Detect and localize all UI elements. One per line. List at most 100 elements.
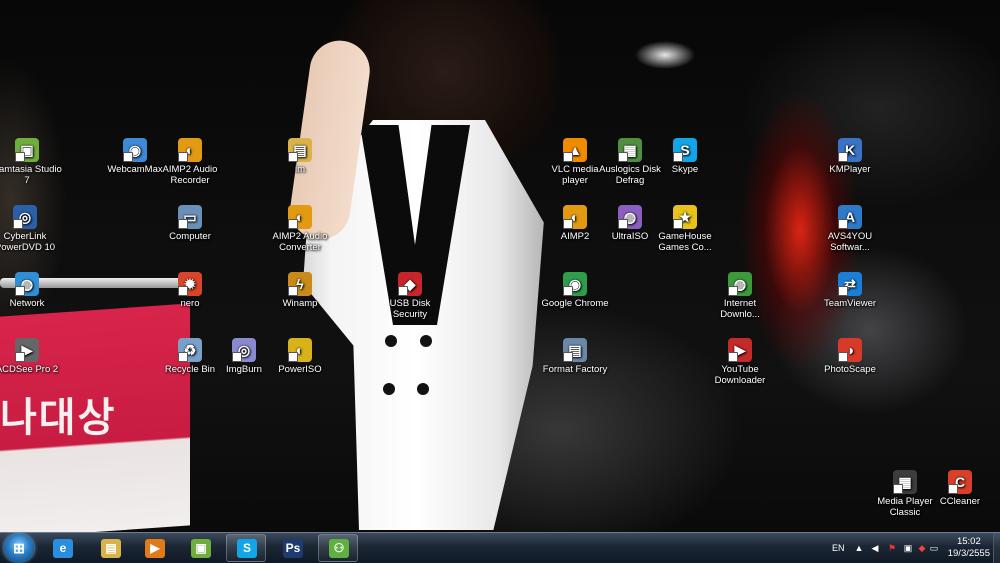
- desktop-icon-label: USB Disk Security: [389, 298, 431, 320]
- desktop-icon-format-factory[interactable]: ▤ Format Factory: [540, 338, 610, 375]
- desktop-icon-label: KMPlayer: [829, 164, 871, 175]
- volume-icon[interactable]: ◀: [870, 543, 880, 553]
- usb-disk-security-icon: ◆: [398, 272, 422, 296]
- coat-button: [417, 383, 429, 395]
- desktop-icon-photoscape[interactable]: ◑ PhotoScape: [815, 338, 885, 375]
- taskbar-button-ie[interactable]: e: [42, 534, 82, 562]
- desktop-icon-label: im: [294, 164, 306, 175]
- desktop-icon-label: Network: [9, 298, 45, 309]
- desktop-icon-teamviewer[interactable]: ⇄ TeamViewer: [815, 272, 885, 309]
- desktop-icon-gamehouse[interactable]: ★ GameHouse Games Co...: [650, 205, 720, 253]
- desktop-icon-label: PhotoScape: [824, 364, 876, 375]
- network-icon: ◍: [15, 272, 39, 296]
- desktop-icon-usb-disk-security[interactable]: ◆ USB Disk Security: [375, 272, 445, 320]
- acdsee-icon: ▶: [15, 338, 39, 362]
- flag-icon[interactable]: ⚑: [887, 543, 897, 553]
- desktop-icon-label: TeamViewer: [823, 298, 877, 309]
- desktop-icon-label: Google Chrome: [541, 298, 609, 309]
- format-factory-icon: ▤: [563, 338, 587, 362]
- desktop-icon-avs4you[interactable]: A AVS4YOU Softwar...: [815, 205, 885, 253]
- desktop-icon-poweriso[interactable]: ◐ PowerISO: [265, 338, 335, 375]
- desktop-icon-computer[interactable]: ▭ Computer: [155, 205, 225, 242]
- explorer-icon: ▤: [101, 539, 121, 558]
- desktop-icon-internet-download[interactable]: ◍ Internet Downlo...: [705, 272, 775, 320]
- tray-app-icon[interactable]: ▣: [903, 543, 913, 553]
- ccleaner-icon: C: [948, 470, 972, 494]
- poweriso-icon: ◐: [288, 338, 312, 362]
- show-desktop-button[interactable]: [993, 533, 1000, 563]
- desktop-icon-label: ACDSee Pro 2: [0, 364, 59, 375]
- taskbar-button-explorer[interactable]: ▤: [90, 534, 130, 562]
- desktop-icon-aimp2-converter[interactable]: ◐ AIMP2 Audio Converter: [265, 205, 335, 253]
- desktop-icon-label: CCleaner: [939, 496, 981, 507]
- desktop-icon-acdsee[interactable]: ▶ ACDSee Pro 2: [0, 338, 62, 375]
- skype-desk-icon: S: [673, 138, 697, 162]
- computer-icon: ▭: [178, 205, 202, 229]
- photoscape-icon: ◑: [838, 338, 862, 362]
- desktop-icon-label: GameHouse Games Co...: [658, 231, 712, 253]
- clock-date: 19/3/2555: [947, 548, 990, 559]
- desktop-icon-aimp2-recorder[interactable]: ◐ AIMP2 Audio Recorder: [155, 138, 225, 186]
- network-status-icon[interactable]: ▭: [929, 543, 939, 553]
- coat-button: [420, 335, 432, 347]
- desktop-icon-nero[interactable]: ✹ nero: [155, 272, 225, 309]
- internet-download-icon: ◍: [728, 272, 752, 296]
- desktop-icon-label: Internet Downlo...: [720, 298, 760, 320]
- aimp2-converter-icon: ◐: [288, 205, 312, 229]
- webcammax-icon: ◉: [123, 138, 147, 162]
- youtube-downloader-icon: ▶: [728, 338, 752, 362]
- desktop-icon-label: AVS4YOU Softwar...: [827, 231, 873, 253]
- language-indicator[interactable]: EN: [832, 533, 845, 563]
- desktop-icon-label: CyberLink PowerDVD 10: [0, 231, 56, 253]
- media-icon: ▶: [145, 539, 165, 558]
- desktop-icon-label: Winamp: [282, 298, 318, 309]
- avs4you-icon: A: [838, 205, 862, 229]
- security-icon[interactable]: ◆: [917, 543, 927, 553]
- mpc-icon: ▦: [893, 470, 917, 494]
- ie-icon: e: [53, 539, 73, 558]
- coat-button: [383, 383, 395, 395]
- taskbar: ⊞ e ▤ ▶ ▣ S Ps ⚇ EN ▲ ◀ ⚑ ▣ ◆ ▭ 15:02 19/3/255…: [0, 532, 1000, 563]
- taskbar-button-msn[interactable]: ⚇: [318, 534, 358, 562]
- desktop-icon-powerdvd[interactable]: ◎ CyberLink PowerDVD 10: [0, 205, 60, 253]
- desktop-icon-label: Computer: [169, 231, 211, 242]
- teamviewer-icon: ⇄: [838, 272, 862, 296]
- desktop-icon-label: nero: [180, 298, 200, 309]
- desktop-icon-kmplayer[interactable]: K KMPlayer: [815, 138, 885, 175]
- skype-tb-icon: S: [237, 539, 257, 558]
- desktop-icon-chrome[interactable]: ◉ Google Chrome: [540, 272, 610, 309]
- kmplayer-icon: K: [838, 138, 862, 162]
- auslogics-icon: ▦: [618, 138, 642, 162]
- camtasia-icon: ▣: [15, 138, 39, 162]
- camtasia-tb-icon: ▣: [191, 539, 211, 558]
- system-clock[interactable]: 15:02 19/3/2555: [948, 536, 990, 560]
- show-hidden-icons-icon[interactable]: ▲: [854, 543, 864, 553]
- aimp2-recorder-icon: ◐: [178, 138, 202, 162]
- chrome-icon: ◉: [563, 272, 587, 296]
- taskbar-button-skype-tb[interactable]: S: [226, 534, 266, 562]
- ultraiso-icon: ◍: [618, 205, 642, 229]
- desktop-icon-label: Format Factory: [542, 364, 608, 375]
- coat-button: [385, 335, 397, 347]
- desktop-icon-label: Skype: [671, 164, 699, 175]
- start-button[interactable]: ⊞: [4, 534, 34, 562]
- desktop-icon-ccleaner[interactable]: C CCleaner: [925, 470, 995, 507]
- wallpaper-banner-text: 나대상: [0, 395, 117, 441]
- vlc-icon: ▲: [563, 138, 587, 162]
- desktop-icon-skype-desk[interactable]: S Skype: [650, 138, 720, 175]
- photoshop-icon: Ps: [283, 539, 303, 558]
- desktop-icon-winamp[interactable]: ϟ Winamp: [265, 272, 335, 309]
- imgburn-icon: ◎: [232, 338, 256, 362]
- desktop-icon-network[interactable]: ◍ Network: [0, 272, 62, 309]
- taskbar-button-media[interactable]: ▶: [134, 534, 174, 562]
- desktop-icon-folder-m[interactable]: ▤ im: [265, 138, 335, 175]
- folder-m-icon: ▤: [288, 138, 312, 162]
- clock-time: 15:02: [956, 536, 981, 547]
- taskbar-button-camtasia-tb[interactable]: ▣: [180, 534, 220, 562]
- recycle-bin-icon: ♻: [178, 338, 202, 362]
- desktop-icon-camtasia[interactable]: ▣Camtasia Studio 7: [0, 138, 62, 186]
- powerdvd-icon: ◎: [13, 205, 37, 229]
- taskbar-button-photoshop[interactable]: Ps: [272, 534, 312, 562]
- desktop-icon-youtube-downloader[interactable]: ▶ YouTube Downloader: [705, 338, 775, 386]
- nero-icon: ✹: [178, 272, 202, 296]
